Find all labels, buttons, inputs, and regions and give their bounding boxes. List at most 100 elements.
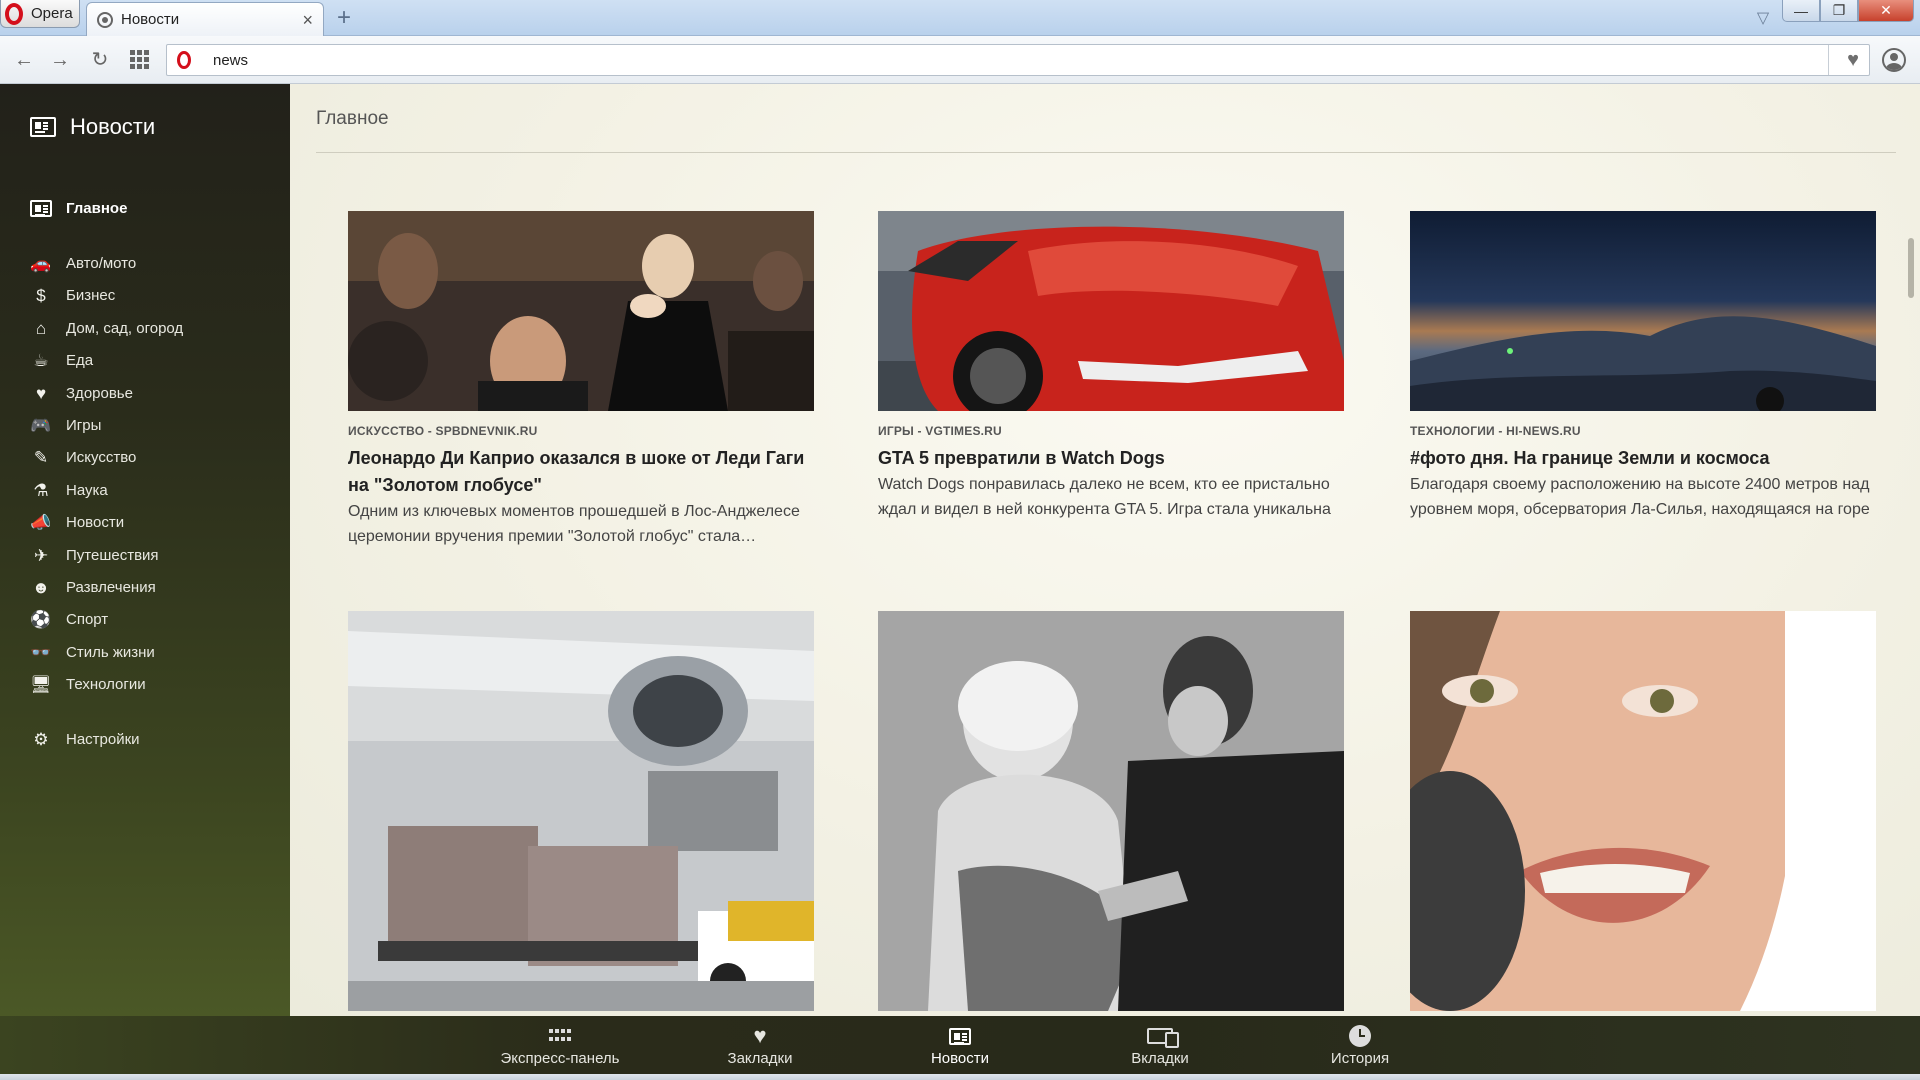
forward-button[interactable]: → xyxy=(48,48,72,72)
news-description: Watch Dogs понравилась далеко не всем, к… xyxy=(878,476,1331,518)
back-button[interactable]: ← xyxy=(12,48,36,72)
heart-pulse-icon: ♥ xyxy=(35,383,47,403)
heart-icon: ♥ xyxy=(753,1023,767,1048)
sidebar-item-category[interactable]: ✎ Искусство xyxy=(30,445,136,469)
title-bar: Opera Новости × + ▽ — ❐ ✕ xyxy=(0,0,1920,36)
sidebar-item-label: Дом, сад, огород xyxy=(66,319,184,337)
sidebar-item-label: Наука xyxy=(66,481,108,499)
sidebar-item-label: Бизнес xyxy=(66,286,116,304)
news-main: Главное ИСКУССТВО - SPBDNEVNIK.RU Леонар… xyxy=(290,84,1920,1016)
eye-icon xyxy=(97,11,113,28)
bottom-nav-speed-dial[interactable]: Экспресс-панель xyxy=(480,1024,640,1067)
sidebar-item-label: Главное xyxy=(66,199,128,217)
url-input[interactable]: news xyxy=(213,52,248,69)
speed-dial-icon xyxy=(549,1029,571,1043)
news-description: Одним из ключевых моментов прошедшей в Л… xyxy=(348,503,800,545)
section-title: Главное xyxy=(316,108,389,129)
news-sidebar: Новости Главное 🚗 Авто/мото $ Бизнес ⌂ Дом, с… xyxy=(0,84,290,1016)
bottom-nav-history[interactable]: История xyxy=(1280,1024,1440,1067)
sidebar-item-category[interactable]: ⚽ Спорт xyxy=(30,607,108,631)
sidebar-item-category[interactable]: ⌂ Дом, сад, огород xyxy=(30,316,183,340)
news-card[interactable]: ИГРЫ - VGTIMES.RU GTA 5 превратили в Wat… xyxy=(878,211,1344,522)
content-scrollbar[interactable] xyxy=(1908,154,1916,1014)
tab-title: Новости xyxy=(121,11,180,28)
bottom-nav-label: Новости xyxy=(930,1050,990,1067)
bottom-nav-label: Закладки xyxy=(727,1050,793,1067)
section-divider xyxy=(316,152,1896,153)
news-title[interactable]: Леонардо Ди Каприо оказался в шоке от Ле… xyxy=(348,445,814,499)
bottom-nav-news[interactable]: Новости xyxy=(880,1024,1040,1067)
sidebar-item-label: Спорт xyxy=(66,610,109,628)
news-card[interactable]: ИСКУССТВО - SPBDNEVNIK.RU Леонардо Ди Ка… xyxy=(348,211,814,549)
newspaper-icon xyxy=(30,117,56,137)
plane-icon: ✈ xyxy=(33,545,49,565)
sidebar-item-label: Стиль жизни xyxy=(66,643,155,661)
newspaper-icon xyxy=(30,199,52,217)
sidebar-item-settings[interactable]: ⚙ Настройки xyxy=(30,727,139,751)
gamepad-icon: 🎮 xyxy=(30,415,52,435)
sidebar-item-category[interactable]: 🎮 Игры xyxy=(30,413,101,437)
tab-close-icon[interactable]: × xyxy=(302,11,313,29)
news-card[interactable]: ТЕХНОЛОГИИ - HI-NEWS.RU #фото дня. На гр… xyxy=(1410,211,1876,522)
sidebar-item-category[interactable]: 👓 Стиль жизни xyxy=(30,640,155,664)
address-bar[interactable]: news ♥ xyxy=(166,44,1870,76)
opera-logo-icon xyxy=(5,2,23,25)
sidebar-item-label: Путешествия xyxy=(66,546,159,564)
news-source: ТЕХНОЛОГИИ - HI-NEWS.RU xyxy=(1410,424,1581,438)
sidebar-header: Новости xyxy=(30,114,155,140)
sidebar-item-label: Игры xyxy=(66,416,102,434)
account-icon[interactable] xyxy=(1882,48,1906,72)
glasses-icon: 👓 xyxy=(30,642,52,662)
sidebar-item-label: Авто/мото xyxy=(66,254,137,272)
opera-menu-button[interactable]: Opera xyxy=(0,0,80,28)
bottom-nav-bookmarks[interactable]: ♥ Закладки xyxy=(680,1023,840,1068)
megaphone-icon: 📣 xyxy=(30,512,52,532)
tab-menu-icon[interactable]: ▽ xyxy=(1752,8,1774,28)
bottom-nav-tabs[interactable]: Вкладки xyxy=(1080,1024,1240,1067)
bottom-nav-label: Вкладки xyxy=(1131,1050,1189,1067)
sidebar-item-category[interactable]: 🖥 Технологии xyxy=(30,672,145,696)
news-card[interactable] xyxy=(878,611,1344,1011)
bookmark-heart-icon[interactable]: ♥ xyxy=(1847,49,1859,72)
news-source: ИСКУССТВО - SPBDNEVNIK.RU xyxy=(348,424,538,438)
tabs-icon xyxy=(1147,1028,1179,1048)
sidebar-item-category[interactable]: ☕ Еда xyxy=(30,348,93,372)
sidebar-item-category[interactable]: ✈ Путешествия xyxy=(30,543,159,567)
news-description: Благодаря своему расположению на высоте … xyxy=(1410,476,1870,518)
sidebar-item-category[interactable]: 🚗 Авто/мото xyxy=(30,251,136,275)
scroll-thumb[interactable] xyxy=(1908,238,1914,298)
tab-news[interactable]: Новости × xyxy=(86,2,324,36)
sidebar-item-main[interactable]: Главное xyxy=(30,196,127,220)
news-icon xyxy=(949,1027,971,1045)
minimize-button[interactable]: — xyxy=(1782,0,1820,22)
sidebar-item-category[interactable]: ♥ Здоровье xyxy=(30,381,133,405)
address-toolbar: ← → ↻ news ♥ xyxy=(0,36,1920,84)
news-image[interactable] xyxy=(1410,211,1876,411)
news-image[interactable] xyxy=(348,211,814,411)
dollar-icon: $ xyxy=(36,285,46,305)
new-tab-button[interactable]: + xyxy=(332,6,356,30)
bottom-nav: Экспресс-панель ♥ Закладки Новости Вклад… xyxy=(0,1016,1920,1080)
news-title[interactable]: #фото дня. На границе Земли и космоса xyxy=(1410,445,1876,472)
sidebar-item-label: Здоровье xyxy=(66,384,133,402)
sidebar-item-category[interactable]: ⚗ Наука xyxy=(30,478,108,502)
reload-button[interactable]: ↻ xyxy=(88,48,112,72)
news-image[interactable] xyxy=(878,211,1344,411)
car-icon: 🚗 xyxy=(30,253,52,273)
news-title[interactable]: GTA 5 превратили в Watch Dogs xyxy=(878,445,1344,472)
sidebar-item-category[interactable]: $ Бизнес xyxy=(30,283,115,307)
news-image[interactable] xyxy=(1410,611,1876,1011)
ball-icon: ⚽ xyxy=(30,609,52,629)
restore-button[interactable]: ❐ xyxy=(1820,0,1858,22)
speed-dial-button[interactable] xyxy=(128,48,152,72)
news-card[interactable] xyxy=(1410,611,1876,1011)
sidebar-item-category[interactable]: 📣 Новости xyxy=(30,510,124,534)
sidebar-item-category[interactable]: ☻ Развлечения xyxy=(30,575,156,599)
opera-menu-label: Opera xyxy=(31,5,73,22)
brush-icon: ✎ xyxy=(33,447,49,467)
news-image[interactable] xyxy=(878,611,1344,1011)
news-card[interactable] xyxy=(348,611,814,1011)
sidebar-item-label: Развлечения xyxy=(66,578,156,596)
news-image[interactable] xyxy=(348,611,814,1011)
close-window-button[interactable]: ✕ xyxy=(1858,0,1914,22)
